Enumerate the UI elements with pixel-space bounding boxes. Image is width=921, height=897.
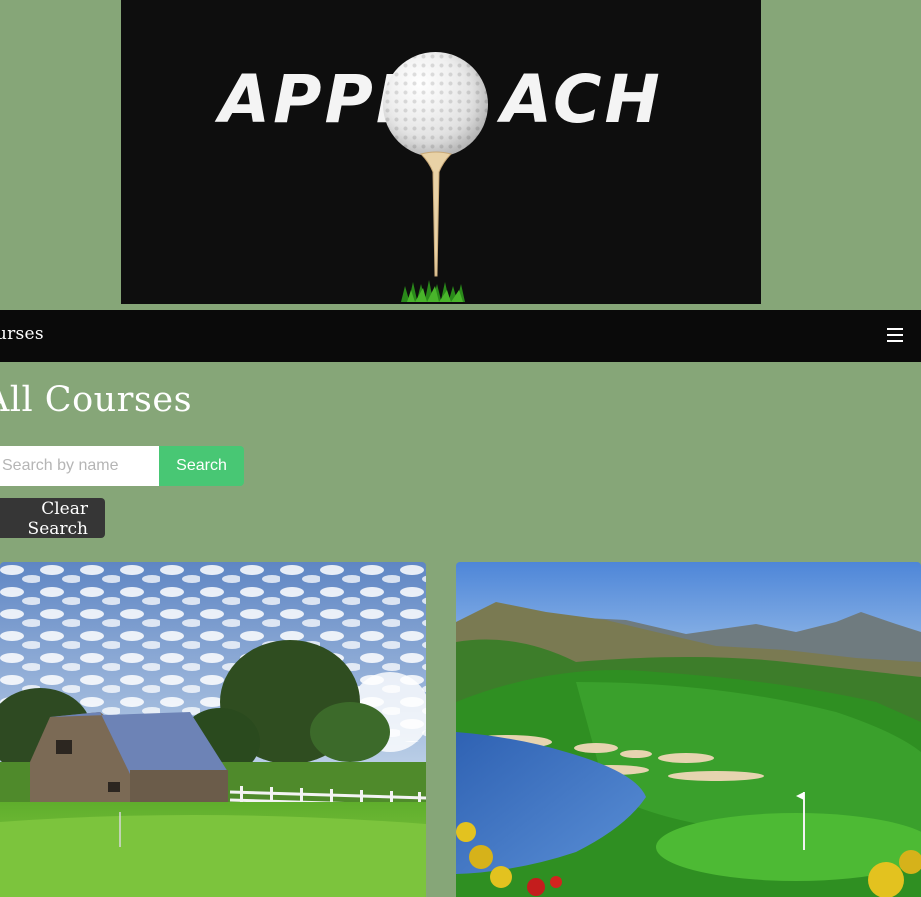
nav-link-courses[interactable]: Courses	[0, 324, 44, 344]
page-title: All Courses	[0, 380, 193, 420]
grass-icon	[401, 280, 465, 302]
barn-golf-course-photo	[0, 562, 426, 897]
approach-logo: APPR ACH	[121, 0, 761, 304]
hamburger-menu-icon[interactable]	[881, 318, 909, 352]
clear-search-button[interactable]: Clear Search	[0, 498, 105, 539]
navbar: Courses	[0, 310, 921, 362]
logo-text-right: ACH	[501, 61, 663, 138]
search-button[interactable]: Search	[159, 446, 244, 486]
desert-lake-golf-course-photo	[456, 562, 921, 897]
course-card[interactable]	[456, 562, 921, 897]
golf-tee-icon	[420, 151, 452, 277]
golf-ball-icon	[383, 52, 488, 157]
course-card[interactable]	[0, 562, 426, 897]
search-input[interactable]	[0, 446, 159, 486]
